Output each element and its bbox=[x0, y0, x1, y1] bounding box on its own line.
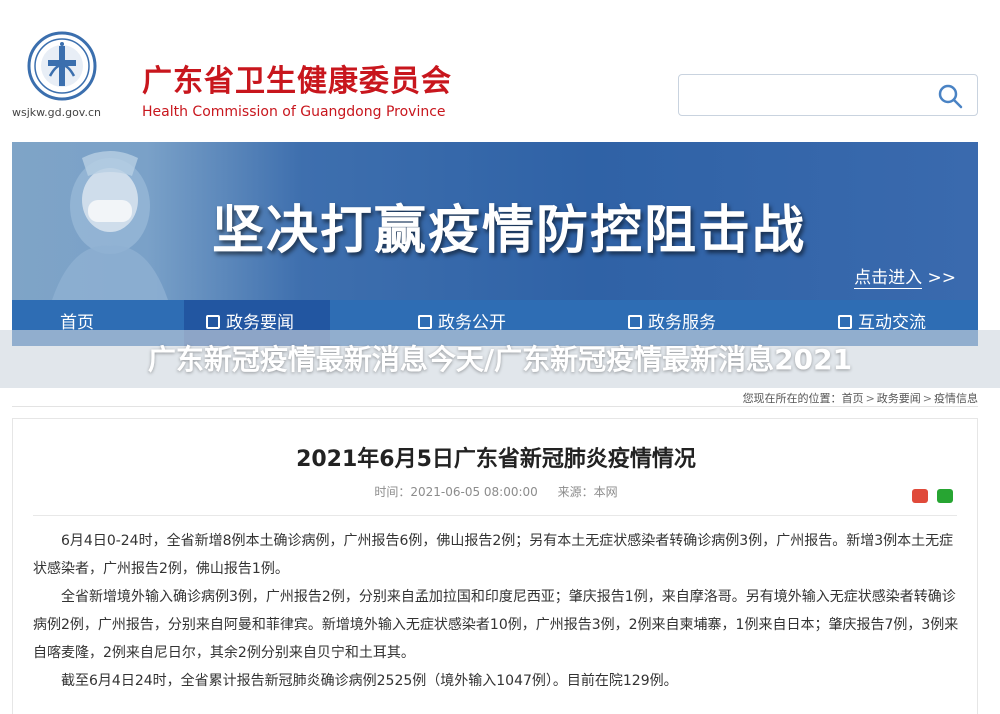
article-title: 2021年6月5日广东省新冠肺炎疫情情况 bbox=[296, 447, 696, 472]
breadcrumb-separator: > bbox=[922, 392, 932, 405]
breadcrumb-news[interactable]: 政务要闻 bbox=[877, 392, 921, 405]
search-box bbox=[678, 74, 978, 116]
site-url: wsjkw.gd.gov.cn bbox=[12, 106, 101, 119]
health-emblem-icon[interactable] bbox=[26, 30, 98, 102]
weibo-share-icon[interactable] bbox=[911, 488, 928, 503]
banner-slogan: 坚决打赢疫情防控阻击战 bbox=[212, 201, 807, 261]
breadcrumb-separator: > bbox=[865, 392, 875, 405]
breadcrumb-prefix: 您现在所在的位置： bbox=[742, 392, 842, 405]
overlay-title: 广东新冠疫情最新消息今天/广东新冠疫情最新消息2021 bbox=[147, 343, 853, 376]
breadcrumb: 您现在所在的位置：首页 > 政务要闻 > 疫情信息 bbox=[743, 390, 978, 406]
overlay-title-strip: 广东新冠疫情最新消息今天/广东新冠疫情最新消息2021 bbox=[0, 330, 1000, 388]
banner-enter-label: 点击进入 bbox=[854, 268, 923, 289]
share-bar bbox=[908, 485, 953, 504]
article: 2021年6月5日广东省新冠肺炎疫情情况 时间：2021-06-05 08:00… bbox=[12, 418, 978, 714]
search-input[interactable] bbox=[689, 81, 929, 109]
article-paragraph: 6月4日0-24时，全省新增8例本土确诊病例，广州报告6例，佛山报告2例；另有本… bbox=[33, 533, 954, 577]
article-paragraph: 全省新增境外输入确诊病例3例，广州报告2例，分别来自孟加拉国和印度尼西亚；肇庆报… bbox=[33, 589, 959, 661]
org-name-en: Health Commission of Guangdong Province bbox=[142, 104, 446, 120]
news-icon bbox=[206, 315, 220, 329]
breadcrumb-divider bbox=[12, 406, 978, 407]
site-header: wsjkw.gd.gov.cn 广东省卫生健康委员会 Health Commis… bbox=[0, 0, 1000, 142]
article-meta: 时间：2021-06-05 08:00:00 来源：本网 bbox=[13, 483, 979, 500]
breadcrumb-home[interactable]: 首页 bbox=[842, 392, 864, 405]
clipboard-icon bbox=[628, 315, 642, 329]
epidemic-banner[interactable]: 坚决打赢疫情防控阻击战 点击进入 >> bbox=[12, 142, 978, 300]
org-name-cn[interactable]: 广东省卫生健康委员会 bbox=[142, 56, 452, 100]
article-paragraph: 截至6月4日24时，全省累计报告新冠肺炎确诊病例2525例（境外输入1047例）… bbox=[61, 673, 678, 689]
medical-worker-image bbox=[12, 142, 202, 300]
document-icon bbox=[418, 315, 432, 329]
article-time: 时间：2021-06-05 08:00:00 bbox=[374, 485, 538, 499]
breadcrumb-epidemic-info[interactable]: 疫情信息 bbox=[934, 392, 978, 405]
article-source: 来源：本网 bbox=[557, 485, 618, 499]
banner-enter-link[interactable]: 点击进入 >> bbox=[854, 263, 957, 289]
article-body: 6月4日0-24时，全省新增8例本土确诊病例，广州报告6例，佛山报告2例；另有本… bbox=[33, 527, 959, 695]
double-chevron-right-icon: >> bbox=[927, 268, 957, 288]
article-divider bbox=[33, 515, 957, 516]
chat-icon bbox=[838, 315, 852, 329]
search-icon[interactable] bbox=[937, 83, 963, 109]
wechat-share-icon[interactable] bbox=[937, 488, 953, 503]
